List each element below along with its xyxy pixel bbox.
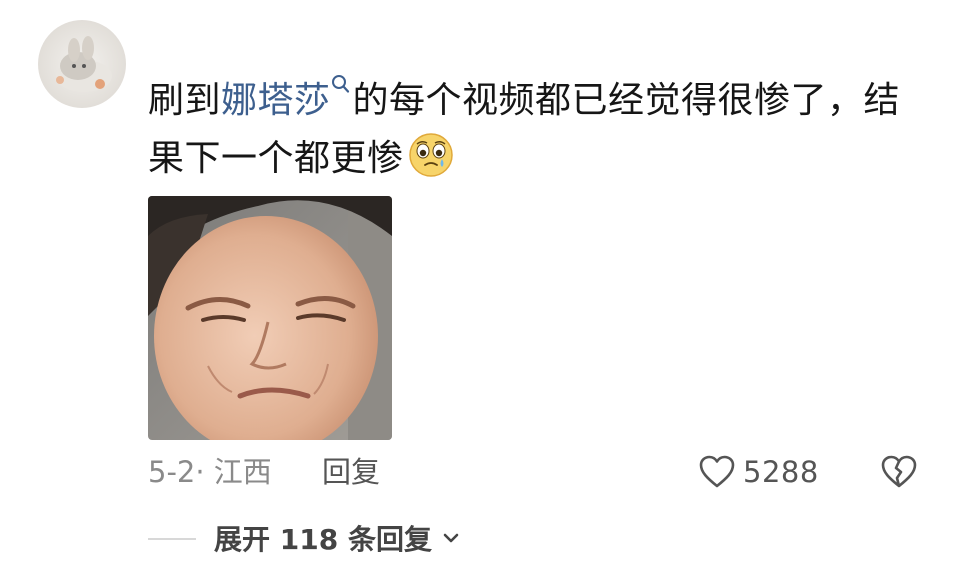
comment-date-location: 5-2· 江西	[148, 455, 272, 489]
mention-link[interactable]: 娜塔莎	[221, 75, 353, 121]
comment-text-before: 刷到	[148, 80, 222, 121]
expand-replies-button[interactable]: 展开 118 条回复	[214, 518, 462, 558]
like-count: 5288	[743, 455, 819, 489]
heart-icon	[699, 455, 735, 488]
pleading-face-emoji-icon	[408, 133, 453, 177]
meme-image[interactable]	[148, 196, 392, 440]
mention-label: 娜塔莎	[221, 80, 331, 121]
like-button[interactable]: 5288	[697, 450, 819, 494]
broken-heart-icon[interactable]	[878, 451, 920, 493]
avatar[interactable]	[38, 20, 126, 108]
comment-text: 刷到娜塔莎 的每个视频都已经觉得很惨了，结果下一个都更惨	[148, 72, 928, 188]
chevron-down-icon	[443, 533, 459, 543]
search-icon	[331, 75, 349, 93]
expand-replies-label: 展开 118 条回复	[214, 523, 432, 556]
reply-button[interactable]: 回复	[322, 452, 380, 492]
divider	[148, 538, 196, 540]
